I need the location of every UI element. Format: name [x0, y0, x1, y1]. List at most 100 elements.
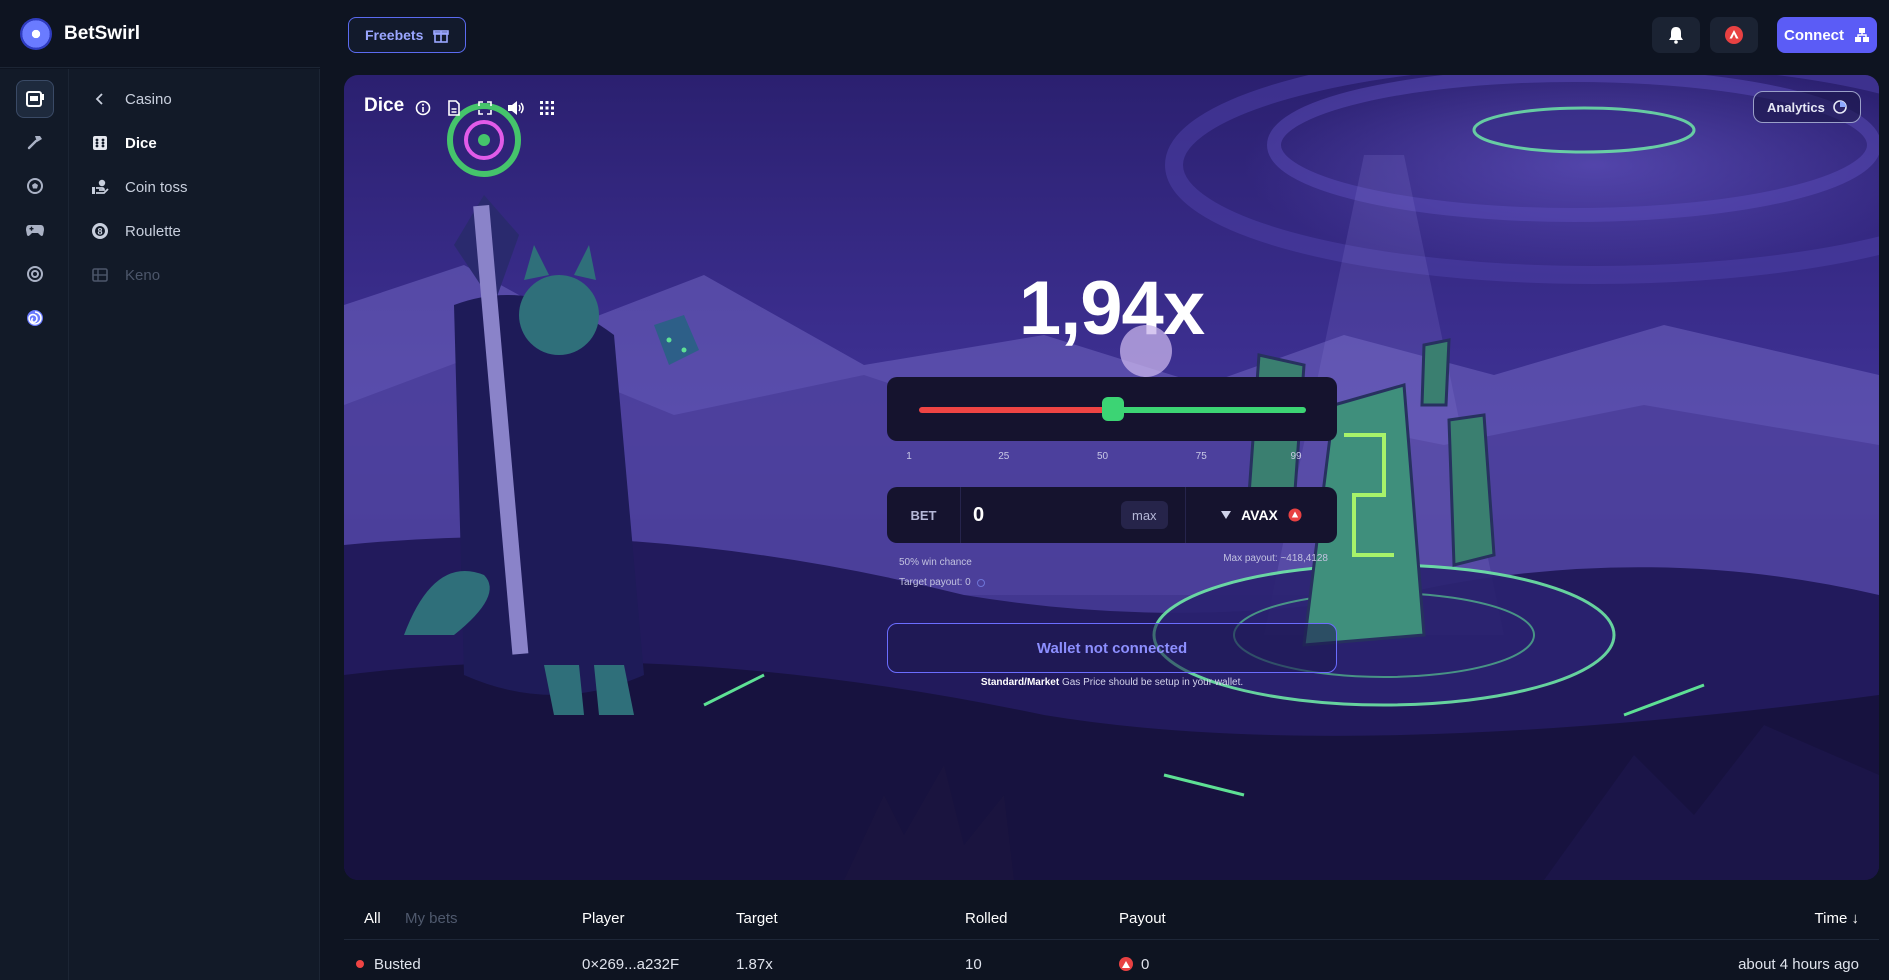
betswirl-logo-icon [20, 17, 52, 50]
rail-item-betswirl[interactable] [16, 299, 54, 337]
column-payout: Payout [1119, 910, 1166, 927]
menu-item-label: Coin toss [125, 178, 188, 196]
top-bar: Freebets Connect [320, 0, 1889, 70]
bet-payout-value: 0 [1141, 956, 1150, 973]
coin-hand-icon [89, 179, 111, 195]
network-selector-button[interactable] [1710, 17, 1758, 53]
dice-game-panel: Dice Analytics 1,94x 1 25 50 75 99 BET 0… [344, 75, 1879, 880]
document-icon[interactable] [445, 99, 463, 117]
menu-item-label: Keno [125, 266, 161, 284]
token-symbol: AVAX [1241, 507, 1278, 523]
payout-multiplier: 1,94x [1018, 266, 1205, 351]
menu-item-roulette[interactable]: 8 Roulette [89, 217, 181, 245]
brand[interactable]: BetSwirl [0, 0, 320, 68]
freebets-button[interactable]: Freebets [348, 17, 467, 53]
avax-network-icon [1725, 26, 1743, 44]
game-toolbar [414, 99, 556, 117]
coins-icon [27, 266, 43, 282]
app-root: BetSwirl Casino Dice Coin toss 8 Roulett… [0, 0, 1889, 980]
bet-label: BET [887, 487, 961, 543]
slider-thumb[interactable] [1101, 397, 1124, 421]
grid-icon[interactable] [538, 99, 556, 117]
back-to-casino[interactable]: Casino [89, 85, 172, 113]
win-chance-text: 50% win chance [899, 557, 972, 568]
caret-down-icon [1221, 511, 1232, 519]
roulette-icon: 8 [89, 222, 111, 240]
slider-tick-label: 99 [1290, 451, 1302, 462]
table-row[interactable]: Busted 0×269...a232F 1.87x 10 0 about 4 … [344, 950, 1879, 980]
rail-item-casino[interactable] [16, 80, 54, 118]
bet-target: 1.87x [736, 956, 773, 973]
rail-item-games[interactable] [16, 211, 54, 249]
slider-tick-label: 75 [1195, 451, 1207, 462]
bet-rolled: 10 [965, 956, 982, 973]
gift-icon [433, 30, 450, 43]
menu-item-coin-toss[interactable]: Coin toss [89, 173, 188, 201]
wallet-not-connected-button[interactable]: Wallet not connected [887, 623, 1337, 673]
token-selector[interactable]: AVAX [1185, 487, 1337, 543]
fullscreen-icon[interactable] [476, 99, 494, 117]
avax-token-icon [1119, 957, 1133, 972]
max-payout-text: Max payout: ~418,4128 [1223, 553, 1328, 564]
rail-item-sports[interactable] [16, 167, 54, 205]
menu-item-label: Roulette [125, 222, 181, 240]
connect-label: Connect [1784, 26, 1844, 44]
casino-menu: Casino Dice Coin toss 8 Roulette Keno [69, 69, 320, 980]
slider-tick-label: 1 [906, 451, 912, 462]
target-payout-row: Target payout: 0 [899, 573, 985, 593]
back-label: Casino [125, 90, 172, 108]
column-time-sort[interactable]: Time ↓ [1815, 910, 1859, 927]
analytics-icon [1833, 100, 1847, 114]
bet-time: about 4 hours ago [1738, 956, 1859, 973]
brand-name: BetSwirl [64, 22, 141, 44]
gas-note-text: Gas Price should be setup in your wallet… [1059, 677, 1244, 688]
slider-ticks: 1 25 50 75 99 [887, 451, 1337, 465]
svg-text:8: 8 [97, 227, 102, 237]
slider-tick-label: 50 [1096, 451, 1109, 462]
sound-icon[interactable] [507, 99, 525, 117]
bet-status-label: Busted [374, 956, 421, 973]
bet-status: Busted [356, 956, 421, 973]
analytics-label: Analytics [1767, 99, 1825, 115]
slider-tick-label: 25 [998, 451, 1010, 462]
menu-item-dice[interactable]: Dice [89, 129, 157, 157]
rail-item-tools[interactable] [16, 123, 54, 161]
target-payout-text: Target payout: 0 [899, 577, 971, 588]
keno-grid-icon [89, 268, 111, 282]
column-player: Player [582, 910, 625, 927]
hammer-icon [27, 136, 42, 150]
soccer-ball-icon [27, 178, 43, 194]
swirl-logo-icon [27, 310, 43, 326]
bets-table-header: All My bets Player Target Rolled Payout … [344, 898, 1879, 940]
bell-icon [1669, 27, 1683, 44]
gas-price-note: Standard/Market Gas Price should be setu… [887, 677, 1337, 688]
status-dot [356, 960, 364, 969]
column-rolled: Rolled [965, 910, 1008, 927]
max-bet-button[interactable]: max [1121, 501, 1168, 529]
bet-form: BET max AVAX [887, 487, 1337, 543]
menu-item-label: Dice [125, 134, 157, 152]
bet-payout: 0 [1119, 956, 1149, 973]
info-icon[interactable] [414, 99, 432, 117]
connect-wallet-button[interactable]: Connect [1777, 17, 1877, 53]
bet-amount-input[interactable] [973, 499, 1093, 531]
notifications-button[interactable] [1652, 17, 1700, 53]
tab-my-bets[interactable]: My bets [405, 910, 458, 927]
tab-all-bets[interactable]: All [364, 910, 381, 927]
roll-indicator [1120, 325, 1172, 377]
menu-item-keno[interactable]: Keno [89, 261, 160, 289]
bet-player[interactable]: 0×269...a232F [582, 956, 679, 973]
analytics-button[interactable]: Analytics [1753, 91, 1861, 123]
game-background-illustration [344, 75, 1879, 880]
dice-icon [89, 135, 111, 151]
target-payout-token-icon [976, 579, 985, 587]
gas-note-emphasis: Standard/Market [980, 677, 1060, 688]
avax-token-icon [1288, 508, 1302, 522]
rail-item-tokens[interactable] [16, 255, 54, 293]
network-icon [1855, 28, 1869, 42]
win-chance-slider[interactable] [887, 377, 1337, 441]
slot-machine-icon [26, 91, 44, 107]
gamepad-icon [26, 225, 44, 236]
freebets-label: Freebets [365, 27, 424, 43]
chevron-left-icon [89, 93, 111, 105]
